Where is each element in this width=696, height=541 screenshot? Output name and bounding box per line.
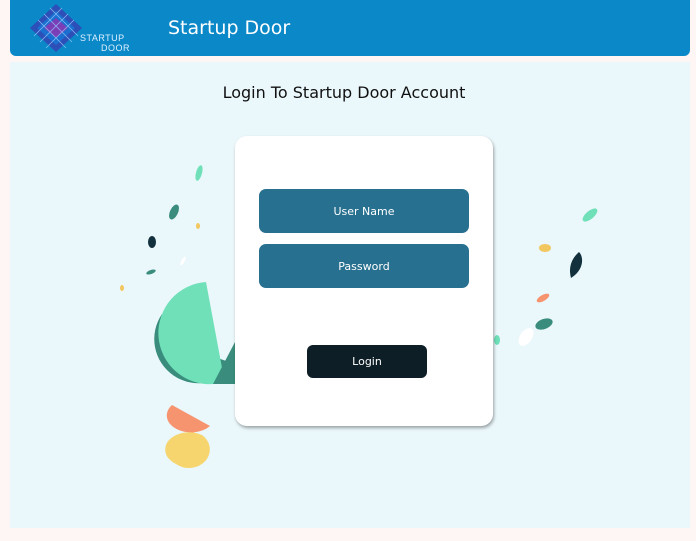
login-card: Login	[235, 136, 493, 426]
password-field[interactable]	[259, 244, 469, 288]
logo-text-line1: STARTUP	[80, 33, 125, 43]
logo-text-line2: DOOR	[101, 43, 130, 53]
startup-door-logo[interactable]: STARTUP DOOR	[28, 2, 140, 56]
main-content: Login To Startup Door Account Login	[10, 62, 690, 528]
logo-mark-icon	[30, 4, 82, 52]
username-field[interactable]	[259, 189, 469, 233]
app-title: Startup Door	[168, 17, 291, 39]
login-button[interactable]: Login	[307, 345, 427, 378]
app-header: STARTUP DOOR Startup Door	[10, 0, 690, 56]
